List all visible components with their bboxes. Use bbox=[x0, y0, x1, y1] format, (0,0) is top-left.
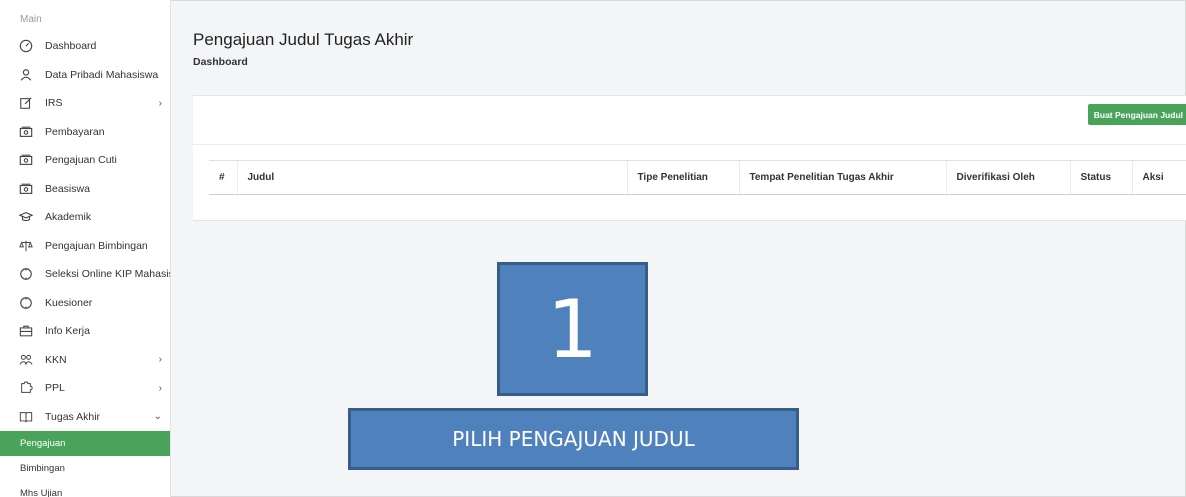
sidebar-item-label: Kuesioner bbox=[45, 296, 93, 309]
callout-step-label: PILIH PENGAJUAN JUDUL bbox=[348, 408, 799, 470]
edit-icon bbox=[19, 96, 33, 110]
sidebar-item-label: Info Kerja bbox=[45, 325, 90, 338]
sidebar-subitem-bimbingan[interactable]: Bimbingan bbox=[0, 456, 170, 481]
sidebar-item-beasiswa[interactable]: Beasiswa bbox=[0, 175, 170, 204]
breadcrumb[interactable]: Dashboard bbox=[193, 56, 248, 68]
sidebar-item-label: Tugas Akhir bbox=[45, 410, 101, 423]
sidebar-subnav: Pengajuan Bimbingan Mhs Ujian bbox=[0, 431, 170, 497]
column-header-judul: Judul bbox=[236, 160, 627, 195]
money-icon bbox=[19, 125, 33, 139]
submission-card: Buat Pengajuan Judul # Judul Tipe Peneli… bbox=[193, 95, 1186, 221]
sidebar-item-label: Pengajuan Bimbingan bbox=[45, 239, 148, 252]
column-header-status: Status bbox=[1069, 160, 1132, 195]
sidebar-item-label: Pengajuan Cuti bbox=[45, 154, 117, 167]
chevron-down-icon: ⌄ bbox=[153, 411, 162, 423]
sidebar-item-label: PPL bbox=[45, 382, 65, 395]
sidebar-item-label: Beasiswa bbox=[45, 182, 90, 195]
sidebar-item-label: KKN bbox=[45, 353, 67, 366]
book-icon bbox=[19, 410, 33, 424]
sidebar-item-data-pribadi[interactable]: Data Pribadi Mahasiswa bbox=[0, 61, 170, 90]
column-header-tempat-penelitian: Tempat Penelitian Tugas Akhir bbox=[738, 160, 946, 195]
money-icon bbox=[19, 153, 33, 167]
sidebar-item-pembayaran[interactable]: Pembayaran bbox=[0, 118, 170, 147]
sidebar-item-ppl[interactable]: PPL › bbox=[0, 374, 170, 403]
sidebar-item-pengajuan-cuti[interactable]: Pengajuan Cuti bbox=[0, 146, 170, 175]
card-divider bbox=[193, 144, 1186, 145]
sidebar-item-kkn[interactable]: KKN › bbox=[0, 346, 170, 375]
sidebar-subitem-mhs-ujian[interactable]: Mhs Ujian bbox=[0, 481, 170, 497]
sidebar-item-label: Pembayaran bbox=[45, 125, 105, 138]
sidebar-item-label: Dashboard bbox=[45, 40, 97, 53]
sidebar-item-kuesioner[interactable]: Kuesioner bbox=[0, 289, 170, 318]
column-header-diverifikasi-oleh: Diverifikasi Oleh bbox=[945, 160, 1070, 195]
briefcase-icon bbox=[19, 324, 33, 338]
sidebar-nav: Dashboard Data Pribadi Mahasiswa IRS › Pemba… bbox=[0, 32, 170, 431]
sidebar-item-label: IRS bbox=[45, 97, 63, 110]
circle-icon bbox=[19, 296, 33, 310]
chevron-right-icon: › bbox=[158, 97, 162, 109]
puzzle-icon bbox=[19, 381, 33, 395]
column-header-tipe-penelitian: Tipe Penelitian bbox=[626, 160, 739, 195]
sidebar-item-akademik[interactable]: Akademik bbox=[0, 203, 170, 232]
users-icon bbox=[19, 353, 33, 367]
chevron-right-icon: › bbox=[158, 382, 162, 394]
table-header-row: # Judul Tipe Penelitian Tempat Penelitia… bbox=[209, 160, 1186, 195]
graduation-cap-icon bbox=[19, 210, 33, 224]
sidebar-item-dashboard[interactable]: Dashboard bbox=[0, 32, 170, 61]
sidebar-section-label: Main bbox=[20, 14, 42, 25]
callout-step-number: 1 bbox=[497, 262, 648, 396]
submission-table: # Judul Tipe Penelitian Tempat Penelitia… bbox=[209, 160, 1186, 195]
balance-scale-icon bbox=[19, 239, 33, 253]
create-submission-button[interactable]: Buat Pengajuan Judul bbox=[1087, 104, 1186, 125]
sidebar-item-label: Data Pribadi Mahasiswa bbox=[45, 68, 159, 81]
app-window: Main Dashboard Data Pribadi Mahasiswa IRS ›… bbox=[0, 0, 1186, 497]
chevron-right-icon: › bbox=[158, 354, 162, 366]
page-title: Pengajuan Judul Tugas Akhir bbox=[193, 30, 414, 49]
sidebar-item-label: Akademik bbox=[45, 211, 92, 224]
money-icon bbox=[19, 182, 33, 196]
user-icon bbox=[19, 68, 33, 82]
circle-icon bbox=[19, 267, 33, 281]
column-header-aksi: Aksi bbox=[1131, 160, 1186, 195]
sidebar-item-pengajuan-bimbingan[interactable]: Pengajuan Bimbingan bbox=[0, 232, 170, 261]
sidebar: Main Dashboard Data Pribadi Mahasiswa IRS ›… bbox=[0, 0, 171, 497]
sidebar-item-tugas-akhir[interactable]: Tugas Akhir ⌄ bbox=[0, 403, 170, 432]
sidebar-item-label: Seleksi Online KIP Mahasiswa bbox=[45, 268, 170, 281]
sidebar-item-info-kerja[interactable]: Info Kerja bbox=[0, 317, 170, 346]
gauge-icon bbox=[19, 39, 33, 53]
sidebar-item-irs[interactable]: IRS › bbox=[0, 89, 170, 118]
sidebar-item-seleksi-kip[interactable]: Seleksi Online KIP Mahasiswa bbox=[0, 260, 170, 289]
sidebar-subitem-pengajuan[interactable]: Pengajuan bbox=[0, 431, 170, 456]
column-header-number: # bbox=[209, 160, 237, 195]
